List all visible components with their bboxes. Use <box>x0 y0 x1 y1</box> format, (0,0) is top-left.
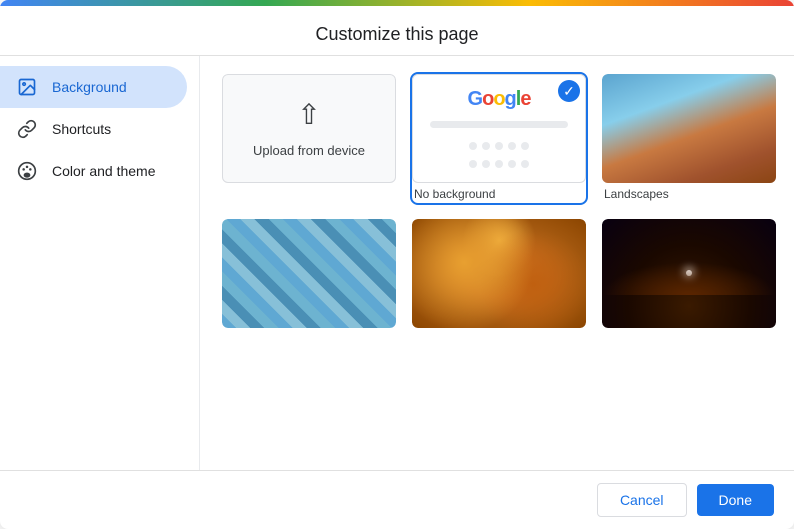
space-tile-inner <box>602 219 776 328</box>
dot <box>469 142 477 150</box>
space-image <box>602 219 776 328</box>
sidebar: Background Shortcuts <box>0 56 200 470</box>
g3: o <box>493 88 504 111</box>
autumn-tile-inner <box>412 219 586 328</box>
dialog-footer: Cancel Done <box>0 470 794 529</box>
sidebar-background-label: Background <box>52 79 127 95</box>
tiles-grid: ⇧ Upload from device Google <box>220 72 778 330</box>
dot <box>521 142 529 150</box>
selected-checkmark: ✓ <box>558 80 580 102</box>
g6: e <box>520 88 530 111</box>
sidebar-item-shortcuts[interactable]: Shortcuts <box>0 108 187 150</box>
dot <box>508 142 516 150</box>
dot <box>495 142 503 150</box>
customize-dialog: Customize this page Background <box>0 0 794 529</box>
dot <box>469 160 477 168</box>
no-bg-label: No background <box>412 183 586 203</box>
link-icon <box>16 118 38 140</box>
landscapes-tile-inner <box>602 74 776 183</box>
background-grid: ⇧ Upload from device Google <box>200 56 794 470</box>
g2: o <box>482 88 493 111</box>
dialog-body: Background Shortcuts <box>0 56 794 470</box>
palette-icon <box>16 160 38 182</box>
buildings-tile[interactable] <box>220 217 398 330</box>
no-background-tile[interactable]: Google <box>410 72 588 205</box>
landscape-image <box>602 74 776 183</box>
sidebar-color-label: Color and theme <box>52 163 156 179</box>
building-image <box>222 219 396 328</box>
g1: G <box>468 88 483 111</box>
sidebar-item-background[interactable]: Background <box>0 66 187 108</box>
dot <box>508 160 516 168</box>
upload-label: Upload from device <box>253 143 365 158</box>
image-icon <box>16 76 38 98</box>
dot <box>521 160 529 168</box>
buildings-tile-inner <box>222 219 396 328</box>
dot <box>482 160 490 168</box>
dot <box>495 160 503 168</box>
done-button[interactable]: Done <box>697 484 774 516</box>
space-tile[interactable] <box>600 217 778 330</box>
autumn-image <box>412 219 586 328</box>
google-logo: Google <box>468 88 531 111</box>
dialog-title: Customize this page <box>0 6 794 56</box>
upload-tile[interactable]: ⇧ Upload from device <box>220 72 398 205</box>
mock-dots-row1 <box>469 142 529 150</box>
autumn-tile[interactable] <box>410 217 588 330</box>
upload-icon: ⇧ <box>297 98 320 131</box>
sidebar-shortcuts-label: Shortcuts <box>52 121 111 137</box>
mock-dots-row2 <box>469 160 529 168</box>
sidebar-item-color-theme[interactable]: Color and theme <box>0 150 187 192</box>
landscapes-label: Landscapes <box>602 183 776 203</box>
dialog-title-text: Customize this page <box>315 24 478 44</box>
mock-searchbar <box>430 121 568 128</box>
cancel-button[interactable]: Cancel <box>597 483 687 517</box>
g4: g <box>505 88 516 111</box>
upload-tile-inner: ⇧ Upload from device <box>222 74 396 183</box>
main-content: ⇧ Upload from device Google <box>200 56 794 470</box>
dot <box>482 142 490 150</box>
landscapes-tile[interactable]: Landscapes <box>600 72 778 205</box>
